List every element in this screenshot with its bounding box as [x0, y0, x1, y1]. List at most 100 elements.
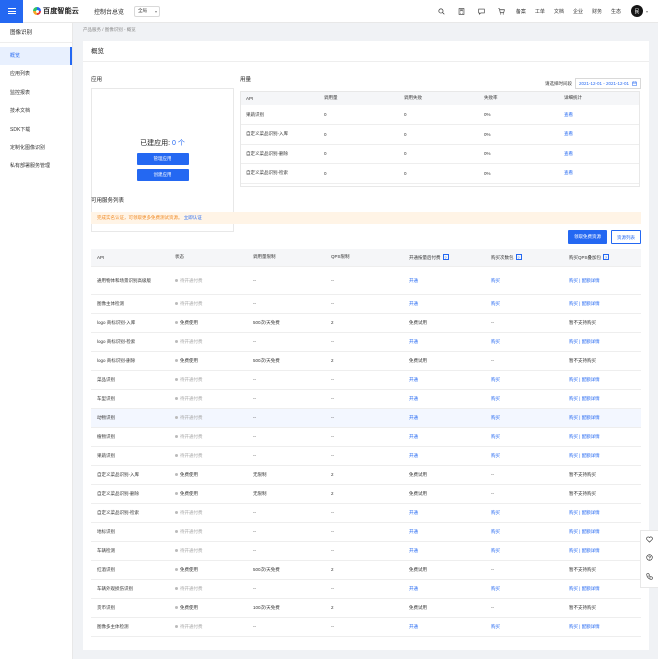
buy-qps-link[interactable]: 购买 | 配额详情: [569, 339, 600, 344]
buy-qps-link[interactable]: 购买 | 配额详情: [569, 377, 600, 382]
console-overview-link[interactable]: 控制台总览: [94, 7, 124, 16]
buy-qps-link[interactable]: 购买 | 配额详情: [569, 396, 600, 401]
chevron-down-icon[interactable]: ▾: [646, 9, 648, 14]
phone-icon[interactable]: [646, 573, 653, 582]
resource-list-button[interactable]: 资源列表: [611, 230, 641, 244]
status-text: 待开通付费: [180, 548, 203, 553]
buy-qps-link[interactable]: 购买 | 配额详情: [569, 434, 600, 439]
buy-qps-link[interactable]: 购买 | 配额详情: [569, 415, 600, 420]
cell-postpaid: 免费试用: [403, 465, 485, 485]
help-icon[interactable]: ?: [515, 253, 522, 260]
enable-postpaid-link[interactable]: 开通: [409, 624, 418, 629]
enable-postpaid-link[interactable]: 开通: [409, 548, 418, 553]
cell-api: 自定义菜品识别-删除: [240, 144, 318, 164]
enable-postpaid-link[interactable]: 开通: [409, 396, 418, 401]
services-table: API 状态 调用量限制 QPS限制 开通按量后付费? 购买次数包? 购买QPS…: [91, 249, 641, 637]
cell-status: 免费使用: [169, 560, 247, 580]
table-header-row: API 调用量 调用失败 失败率 详细统计: [240, 91, 640, 105]
sidebar-item-sdk-download[interactable]: SDK下载: [0, 121, 72, 139]
buy-qps-link[interactable]: 购买 | 配额详情: [569, 586, 600, 591]
status-text: 免费使用: [180, 491, 198, 496]
enable-postpaid-link[interactable]: 开通: [409, 377, 418, 382]
calculator-icon[interactable]: [457, 6, 467, 16]
cell-api: 植物识别: [91, 427, 169, 447]
region-select[interactable]: 全局 ▾: [134, 5, 161, 17]
cell-call-limit: --: [247, 332, 325, 352]
status-dot-icon: [175, 359, 178, 362]
help-icon[interactable]: ?: [442, 253, 449, 260]
cell-qps-limit: 2: [325, 465, 403, 485]
status-dot-icon: [175, 397, 178, 400]
nav-link-ecosystem[interactable]: 生态: [611, 8, 621, 15]
apps-section-label: 应用: [91, 77, 103, 83]
buy-package-link[interactable]: 购买: [491, 339, 500, 344]
buy-qps-link[interactable]: 购买 | 配额详情: [569, 278, 600, 283]
enable-postpaid-link[interactable]: 开通: [409, 586, 418, 591]
sidebar-item-app-list[interactable]: 应用列表: [0, 65, 72, 83]
enable-postpaid-link[interactable]: 开通: [409, 510, 418, 515]
buy-package-link[interactable]: 购买: [491, 396, 500, 401]
heart-icon[interactable]: [646, 536, 653, 545]
nav-link-filing[interactable]: 备案: [516, 8, 526, 15]
cell-failures: 0: [398, 105, 478, 125]
sidebar-item-custom-recognition[interactable]: 定制化图像识别: [0, 139, 72, 157]
verify-now-link[interactable]: 立即认证: [184, 215, 202, 220]
status-text: 免费使用: [180, 320, 198, 325]
buy-package-link[interactable]: 购买: [491, 377, 500, 382]
enable-postpaid-link[interactable]: 开通: [409, 415, 418, 420]
enable-postpaid-link[interactable]: 开通: [409, 301, 418, 306]
sidebar-item-monitor-report[interactable]: 监控报表: [0, 84, 72, 102]
hamburger-menu-icon[interactable]: [0, 0, 23, 23]
status-dot-icon: [175, 492, 178, 495]
buy-package-link[interactable]: 购买: [491, 529, 500, 534]
enable-postpaid-link[interactable]: 开通: [409, 453, 418, 458]
buy-qps-link[interactable]: 购买 | 配额详情: [569, 548, 600, 553]
cell-call-limit: --: [247, 579, 325, 599]
claim-free-resources-button[interactable]: 领取免费资源: [568, 230, 607, 244]
view-stats-link[interactable]: 查看: [564, 112, 573, 117]
buy-package-link[interactable]: 购买: [491, 278, 500, 283]
cell-status: 免费使用: [169, 313, 247, 333]
buy-package-link[interactable]: 购买: [491, 301, 500, 306]
avatar[interactable]: 民: [630, 5, 643, 17]
nav-link-ticket[interactable]: 工单: [535, 8, 545, 15]
create-app-button[interactable]: 创建应用: [136, 168, 189, 181]
manage-apps-button[interactable]: 管理应用: [136, 152, 189, 165]
logo[interactable]: 百度智能云: [33, 6, 79, 16]
sidebar-item-overview[interactable]: 概览: [0, 47, 72, 66]
buy-package-link[interactable]: 购买: [491, 510, 500, 515]
buy-qps-link[interactable]: 购买 | 配额详情: [569, 301, 600, 306]
buy-package-link[interactable]: 购买: [491, 434, 500, 439]
search-icon[interactable]: [437, 6, 447, 16]
sidebar-item-private-deploy[interactable]: 私有部署服务管理: [0, 157, 72, 175]
buy-package-link[interactable]: 购买: [491, 548, 500, 553]
date-range-picker[interactable]: 2021-12-01 - 2021-12-01: [574, 78, 641, 89]
cell-status: 待开通付费: [169, 266, 247, 295]
enable-postpaid-link[interactable]: 开通: [409, 529, 418, 534]
buy-package-link[interactable]: 购买: [491, 624, 500, 629]
nav-link-finance[interactable]: 财务: [592, 8, 602, 15]
buy-qps-link[interactable]: 购买 | 配额详情: [569, 510, 600, 515]
buy-qps-link[interactable]: 购买 | 配额详情: [569, 529, 600, 534]
enable-postpaid-link[interactable]: 开通: [409, 278, 418, 283]
enable-postpaid-link[interactable]: 开通: [409, 434, 418, 439]
cart-icon[interactable]: [497, 6, 507, 16]
buy-package-link[interactable]: 购买: [491, 415, 500, 420]
enable-postpaid-link[interactable]: 开通: [409, 339, 418, 344]
view-stats-link[interactable]: 查看: [564, 131, 573, 136]
buy-package-link[interactable]: 购买: [491, 453, 500, 458]
view-stats-link[interactable]: 查看: [564, 151, 573, 156]
usage-table-body[interactable]: 果蔬识别 0 0 0% 查看 自定义菜品识别-入库 0 0 0% 查看 自定义菜…: [240, 105, 640, 186]
buy-package-link[interactable]: 购买: [491, 586, 500, 591]
status-dot-icon: [175, 435, 178, 438]
message-icon[interactable]: [477, 6, 487, 16]
help-icon[interactable]: [646, 554, 653, 563]
help-icon[interactable]: ?: [603, 253, 610, 260]
nav-link-docs[interactable]: 文档: [554, 8, 564, 15]
buy-qps-link[interactable]: 购买 | 配额详情: [569, 624, 600, 629]
nav-link-enterprise[interactable]: 企业: [573, 8, 583, 15]
buy-qps-link[interactable]: 购买 | 配额详情: [569, 453, 600, 458]
cell-status: 免费使用: [169, 484, 247, 504]
view-stats-link[interactable]: 查看: [564, 170, 573, 175]
sidebar-item-tech-docs[interactable]: 技术文档: [0, 102, 72, 120]
